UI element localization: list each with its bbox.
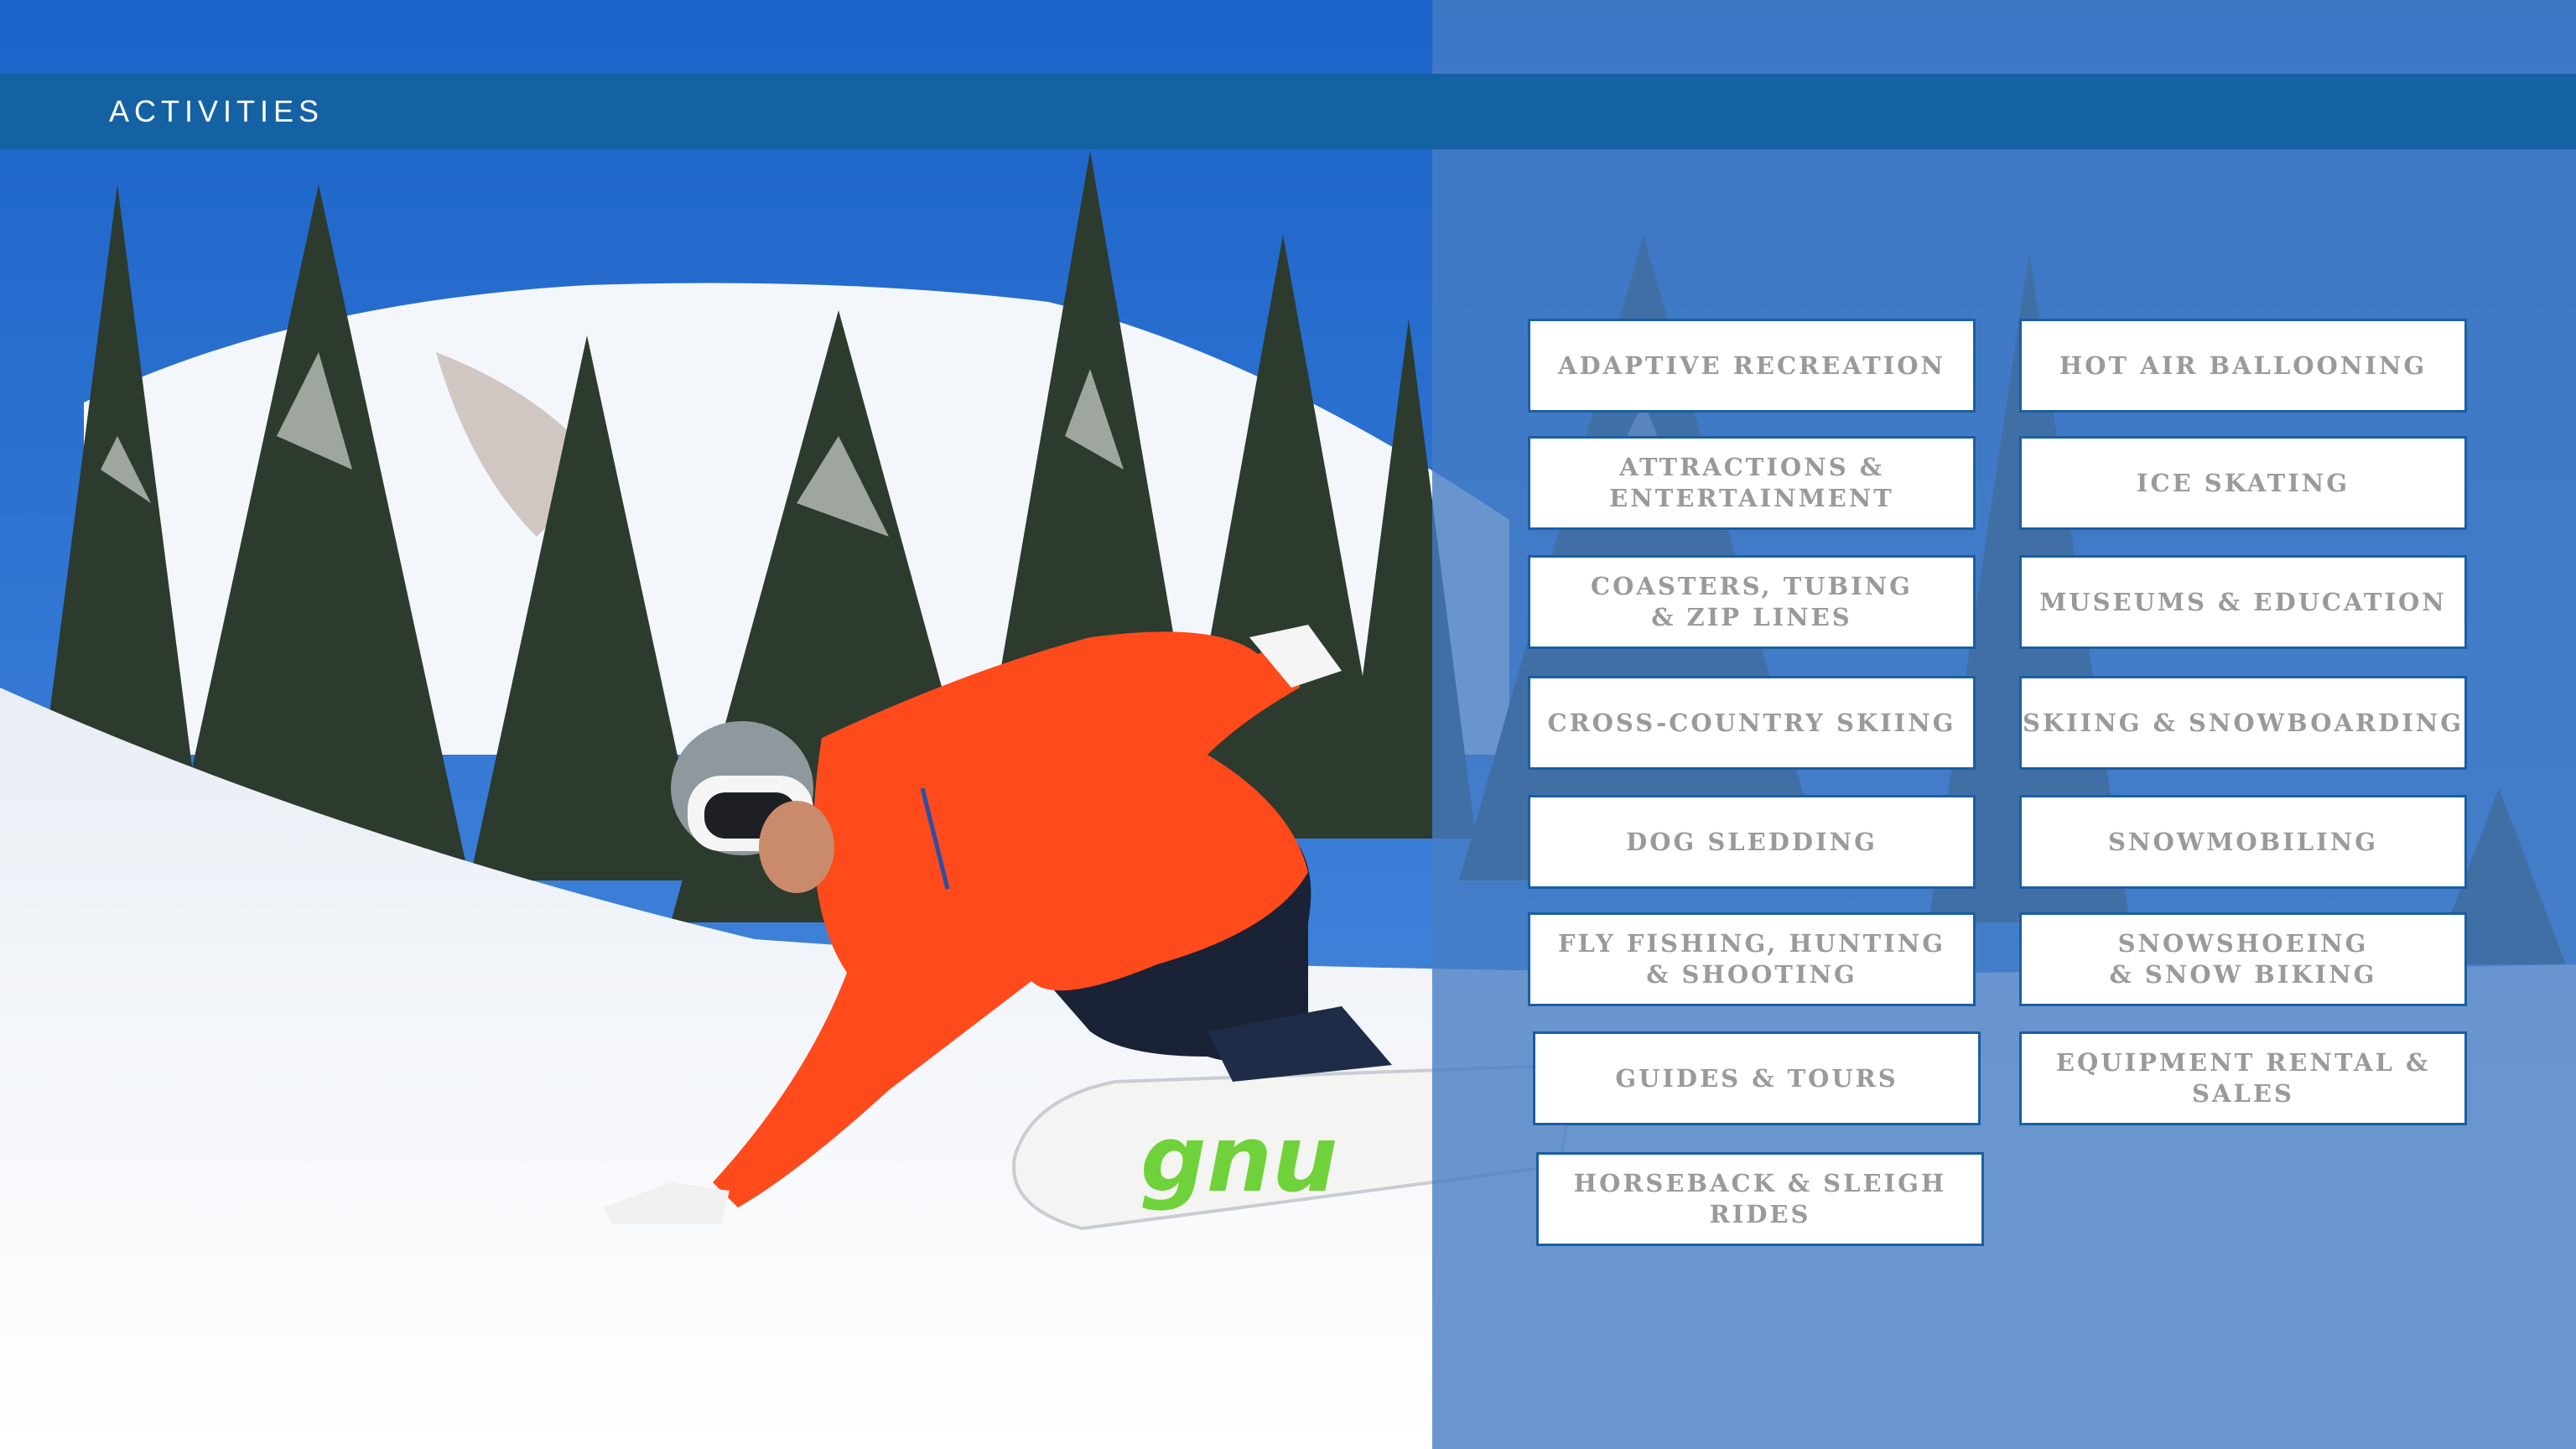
activity-button-attractions-entertainment[interactable]: ATTRACTIONS & ENTERTAINMENT bbox=[1528, 436, 1976, 530]
header-bar bbox=[0, 74, 2576, 149]
activity-button-ice-skating[interactable]: ICE SKATING bbox=[2019, 436, 2467, 530]
activity-label: CROSS-COUNTRY SKIING bbox=[1547, 708, 1956, 737]
activity-button-adaptive-recreation[interactable]: ADAPTIVE RECREATION bbox=[1528, 319, 1976, 413]
activity-button-guides-tours[interactable]: GUIDES & TOURS bbox=[1533, 1031, 1981, 1125]
svg-text:gnu: gnu bbox=[1140, 1105, 1337, 1213]
activity-button-horseback-sleigh-rides[interactable]: HORSEBACK & SLEIGH RIDES bbox=[1536, 1152, 1984, 1246]
activity-button-dog-sledding[interactable]: DOG SLEDDING bbox=[1528, 795, 1976, 889]
activity-label: SNOWSHOEING & SNOW BIKING bbox=[2109, 929, 2377, 989]
activity-label: HOT AIR BALLOONING bbox=[2059, 351, 2428, 380]
activity-button-hot-air-ballooning[interactable]: HOT AIR BALLOONING bbox=[2019, 319, 2467, 413]
activity-label: ADAPTIVE RECREATION bbox=[1557, 351, 1946, 380]
activity-button-snowmobiling[interactable]: SNOWMOBILING bbox=[2019, 795, 2467, 889]
activity-label: MUSEUMS & EDUCATION bbox=[2039, 587, 2447, 616]
activity-button-skiing-snowboarding[interactable]: SKIING & SNOWBOARDING bbox=[2019, 676, 2467, 770]
activity-button-museums-education[interactable]: MUSEUMS & EDUCATION bbox=[2019, 555, 2467, 649]
activity-button-cross-country-skiing[interactable]: CROSS-COUNTRY SKIING bbox=[1528, 676, 1976, 770]
activity-button-fly-fishing-hunting-shooting[interactable]: FLY FISHING, HUNTING & SHOOTING bbox=[1528, 912, 1976, 1006]
activity-label: DOG SLEDDING bbox=[1626, 827, 1877, 856]
activity-button-coasters-tubing-zip-lines[interactable]: COASTERS, TUBING & ZIP LINES bbox=[1528, 555, 1976, 649]
activity-label: COASTERS, TUBING & ZIP LINES bbox=[1591, 572, 1913, 631]
activity-label: HORSEBACK & SLEIGH RIDES bbox=[1573, 1169, 1947, 1228]
activity-label: ATTRACTIONS & ENTERTAINMENT bbox=[1609, 453, 1894, 512]
activity-label: GUIDES & TOURS bbox=[1615, 1063, 1898, 1093]
activity-label: SKIING & SNOWBOARDING bbox=[2022, 708, 2464, 737]
activity-label: SNOWMOBILING bbox=[2108, 827, 2378, 856]
activity-button-snowshoeing-snow-biking[interactable]: SNOWSHOEING & SNOW BIKING bbox=[2019, 912, 2467, 1006]
activity-button-equipment-rental-sales[interactable]: EQUIPMENT RENTAL & SALES bbox=[2019, 1031, 2467, 1125]
activity-label: EQUIPMENT RENTAL & SALES bbox=[2055, 1048, 2431, 1108]
activity-label: FLY FISHING, HUNTING & SHOOTING bbox=[1557, 929, 1946, 989]
activity-label: ICE SKATING bbox=[2136, 468, 2350, 497]
page-title: ACTIVITIES bbox=[109, 94, 325, 128]
